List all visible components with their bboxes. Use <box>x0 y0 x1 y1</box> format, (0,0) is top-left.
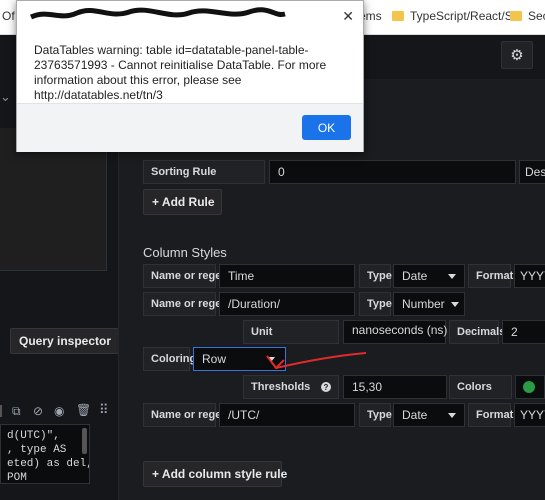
color-swatch-green[interactable] <box>523 381 535 393</box>
decimals-label: Decimals <box>449 320 505 344</box>
type-label: Type <box>359 403 392 427</box>
bookmark-item-secu[interactable]: Secu <box>510 9 545 23</box>
type-select[interactable]: Date <box>393 403 465 427</box>
scrollbar[interactable] <box>82 428 87 454</box>
sorting-order-select[interactable]: Des <box>519 160 545 184</box>
type-value: Date <box>402 408 428 422</box>
sorting-rule-input[interactable]: 0 <box>269 160 516 184</box>
disable-icon[interactable]: ⊘ <box>33 404 43 418</box>
drag-edge <box>0 405 2 417</box>
query-inspector-button[interactable]: Query inspector <box>10 328 120 354</box>
name-or-regex-label: Name or regex <box>143 403 227 427</box>
add-column-style-rule-button[interactable]: + Add column style rule <box>143 461 287 487</box>
name-or-regex-label: Name or regex <box>143 292 227 316</box>
gear-icon: ⚙ <box>510 47 524 64</box>
alert-dialog: ✕ DataTables warning: table id=datatable… <box>16 0 364 152</box>
bookmark-label: Secu <box>528 9 545 23</box>
caret-down-icon <box>448 412 456 418</box>
drag-handle-icon[interactable]: ⠿ <box>99 402 108 418</box>
column-styles-title: Column Styles <box>143 245 227 260</box>
eye-icon[interactable]: ◉ <box>54 404 64 418</box>
coloring-label: Coloring <box>143 347 196 371</box>
name-or-regex-label: Name or regex <box>143 264 227 288</box>
decimals-input[interactable]: 2 <box>502 320 545 344</box>
sorting-rule-label: Sorting Rule <box>143 160 265 184</box>
thresholds-label-text: Thresholds <box>251 381 311 393</box>
coloring-value: Row <box>202 352 227 366</box>
unit-value: nanoseconds (ns) <box>352 323 448 337</box>
type-label: Type <box>359 292 392 316</box>
dialog-message: DataTables warning: table id=datatable-p… <box>34 43 327 102</box>
add-rule-button[interactable]: + Add Rule <box>143 189 222 215</box>
folder-icon <box>510 11 522 21</box>
type-value: Date <box>402 269 428 283</box>
format-label: Format <box>468 403 513 427</box>
query-text: d(UTC)", , type AS eted) as del, POM <box>7 430 89 484</box>
name-or-regex-input[interactable]: /Duration/ <box>219 292 355 316</box>
format-input[interactable]: YYYY- <box>514 264 545 288</box>
unit-select[interactable]: nanoseconds (ns) <box>343 320 448 344</box>
ok-button[interactable]: OK <box>302 115 351 140</box>
dialog-header: ✕ <box>17 1 363 33</box>
bookmark-partial[interactable]: Of <box>2 9 15 23</box>
caret-down-icon <box>450 301 459 307</box>
unit-label: Unit <box>243 320 339 344</box>
bookmark-label: TypeScript/React/S... <box>410 9 523 23</box>
type-label: Type <box>359 264 392 288</box>
trash-icon[interactable]: 🗑 <box>76 403 91 417</box>
name-or-regex-input[interactable]: Time <box>219 264 355 288</box>
help-icon[interactable]: ? <box>321 382 331 392</box>
redacted-scribble <box>29 7 286 20</box>
close-icon[interactable]: ✕ <box>342 8 354 25</box>
type-value: Number <box>402 297 445 311</box>
format-input[interactable]: YYYY- <box>514 403 545 427</box>
settings-gear-button[interactable]: ⚙ <box>501 41 533 69</box>
colors-label: Colors <box>449 375 512 399</box>
chevron-down-icon[interactable]: ⌄ <box>0 89 11 105</box>
folder-icon <box>392 11 404 21</box>
format-label: Format <box>468 264 513 288</box>
copy-icon[interactable]: ⧉ <box>12 404 21 419</box>
query-row-toolbar: ⧉ ⊘ ◉ 🗑 ⠿ <box>0 399 118 425</box>
query-editor[interactable]: d(UTC)", , type AS eted) as del, POM <box>0 424 90 484</box>
type-select[interactable]: Date <box>393 264 465 288</box>
arrow-line <box>275 352 367 369</box>
bookmark-item-typescript[interactable]: TypeScript/React/S... <box>392 9 523 23</box>
name-or-regex-input[interactable]: /UTC/ <box>219 403 355 427</box>
color-picker-box <box>515 375 545 399</box>
type-select[interactable]: Number <box>393 292 465 316</box>
caret-down-icon <box>448 273 456 279</box>
annotation-arrow <box>266 352 367 370</box>
